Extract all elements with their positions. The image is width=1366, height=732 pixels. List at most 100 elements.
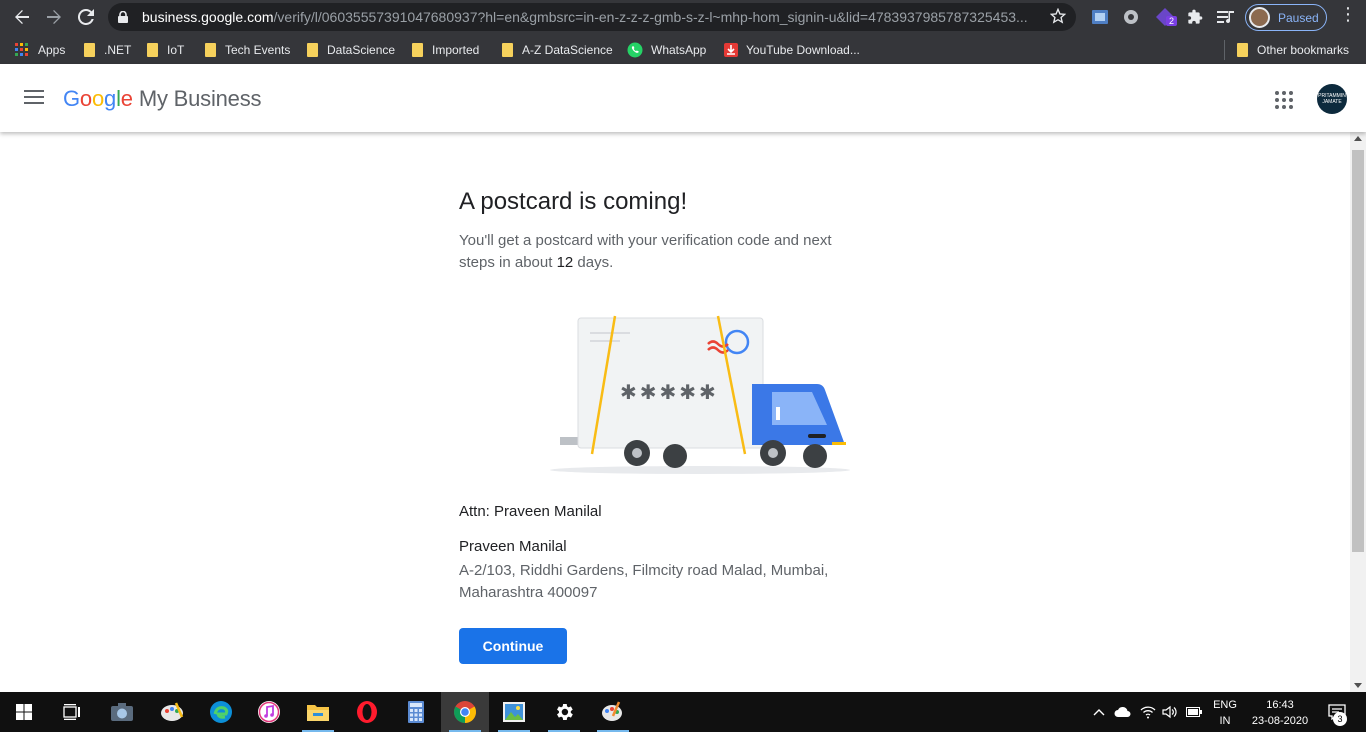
bookmarks-divider: [1224, 40, 1225, 60]
days-count: 12: [556, 254, 574, 271]
taskbar-settings[interactable]: [540, 692, 588, 732]
extensions-icon: [1188, 9, 1203, 24]
back-button[interactable]: [6, 1, 38, 33]
taskbar-edge[interactable]: [197, 692, 245, 732]
taskbar-camera[interactable]: [98, 692, 146, 732]
taskbar-itunes[interactable]: [245, 692, 293, 732]
forward-button[interactable]: [38, 1, 70, 33]
scroll-down-arrow-icon[interactable]: [1354, 683, 1362, 688]
bookmark-folder-tech-events[interactable]: Tech Events: [205, 41, 290, 59]
page-title: A postcard is coming!: [459, 188, 688, 215]
taskbar-photos[interactable]: [490, 692, 538, 732]
account-avatar[interactable]: PRITAMMIN JAMATE: [1317, 84, 1347, 114]
bookmark-folder-net[interactable]: .NET: [84, 41, 131, 59]
bookmark-folder-datascience[interactable]: DataScience: [307, 41, 395, 59]
main-content: A postcard is coming! You'll get a postc…: [0, 132, 1350, 692]
bookmark-folder-az-datascience[interactable]: A-Z DataScience: [502, 41, 613, 59]
taskbar-calculator[interactable]: [392, 692, 440, 732]
clock-button[interactable]: 16:43 23-08-2020: [1244, 697, 1316, 729]
star-icon[interactable]: [1050, 8, 1066, 24]
bookmark-youtube-download[interactable]: YouTube Download...: [724, 41, 860, 59]
taskbar-paint3d[interactable]: [589, 692, 637, 732]
task-view-icon: [63, 704, 80, 720]
back-icon: [15, 10, 29, 24]
address-line: A-2/103, Riddhi Gardens, Filmcity road M…: [459, 562, 829, 601]
profile-status: Paused: [1278, 10, 1319, 25]
photos-icon: [503, 702, 525, 722]
folder-icon: [1237, 43, 1248, 57]
taskbar-file-explorer[interactable]: [294, 692, 342, 732]
profile-avatar: [1249, 7, 1270, 28]
speaker-icon: [1162, 705, 1177, 719]
input-language-button[interactable]: ENG IN: [1208, 697, 1242, 729]
settings-icon: [557, 704, 573, 720]
reload-button[interactable]: [70, 1, 102, 33]
reading-list-button[interactable]: [1213, 4, 1239, 30]
opera-icon: [357, 701, 377, 723]
extensions-button[interactable]: [1182, 4, 1208, 30]
whatsapp-icon: [627, 42, 643, 58]
task-view-button[interactable]: [48, 692, 96, 732]
volume-button[interactable]: [1160, 692, 1180, 732]
folder-icon: [84, 43, 95, 57]
folder-icon: [205, 43, 216, 57]
attention-line: Attn: Praveen Manilal: [459, 503, 602, 520]
itunes-icon: [258, 701, 280, 723]
taskbar-chrome[interactable]: [441, 692, 489, 732]
bookmark-whatsapp[interactable]: WhatsApp: [627, 41, 706, 59]
continue-button[interactable]: Continue: [459, 628, 567, 664]
windows-start-icon: [16, 704, 32, 720]
page-scrollbar[interactable]: [1350, 132, 1366, 692]
taskbar-opera[interactable]: [343, 692, 391, 732]
extension-circle-icon[interactable]: [1118, 4, 1144, 30]
bookmark-label: Apps: [38, 43, 66, 57]
battery-icon: [1186, 707, 1202, 717]
file-explorer-icon: [307, 705, 329, 721]
download-icon: [724, 43, 738, 57]
folder-icon: [307, 43, 318, 57]
folder-icon: [502, 43, 513, 57]
address-bar[interactable]: business.google.com/verify/l/06035557391…: [108, 3, 1076, 31]
scroll-thumb[interactable]: [1352, 150, 1364, 552]
bookmark-apps[interactable]: Apps: [15, 41, 65, 59]
bookmark-label: IoT: [167, 43, 185, 57]
url-path: /verify/l/06035557391047680937?hl=en&gmb…: [273, 9, 1028, 25]
address-name: Praveen Manilal: [459, 538, 567, 555]
google-my-business-logo[interactable]: Google My Business: [63, 86, 262, 112]
google-apps-icon[interactable]: [1275, 91, 1293, 109]
extension-badge-icon[interactable]: 2: [1152, 4, 1178, 30]
bookmark-folder-iot[interactable]: IoT: [147, 41, 184, 59]
page-subtitle: You'll get a postcard with your verifica…: [459, 232, 832, 271]
url-host: business.google.com: [142, 9, 274, 25]
bookmark-other[interactable]: Other bookmarks: [1237, 41, 1349, 59]
postcard-code: ✱✱✱✱✱: [620, 380, 719, 404]
start-button[interactable]: [0, 692, 48, 732]
cloud-icon: [1114, 706, 1131, 717]
language-label: ENG: [1213, 699, 1237, 711]
notification-count-badge: 3: [1333, 712, 1347, 726]
browser-menu-icon[interactable]: ⋮: [1339, 4, 1357, 25]
battery-button[interactable]: [1184, 692, 1204, 732]
profile-button[interactable]: Paused: [1245, 4, 1327, 31]
reload-icon: [78, 9, 94, 25]
folder-icon: [412, 43, 423, 57]
show-hidden-icons-button[interactable]: [1090, 692, 1108, 732]
browser-toolbar: business.google.com/verify/l/06035557391…: [0, 0, 1366, 35]
taskbar-paint[interactable]: [148, 692, 196, 732]
menu-icon[interactable]: [24, 90, 44, 106]
app-header: Google My Business PRITAMMIN JAMATE: [0, 64, 1366, 132]
scroll-up-arrow-icon[interactable]: [1354, 136, 1362, 141]
bookmark-label: .NET: [104, 43, 132, 57]
chevron-up-icon: [1093, 709, 1105, 716]
wifi-button[interactable]: [1138, 692, 1158, 732]
bookmark-label: YouTube Download...: [746, 43, 860, 57]
onedrive-button[interactable]: [1112, 692, 1134, 732]
bookmark-label: WhatsApp: [651, 43, 707, 57]
extension-image-icon[interactable]: [1087, 4, 1113, 30]
bookmark-label: Tech Events: [225, 43, 291, 57]
chrome-icon: [454, 701, 476, 723]
paint3d-icon: [602, 701, 622, 721]
bookmark-folder-imported[interactable]: Imported: [412, 41, 479, 59]
bookmark-label: Other bookmarks: [1257, 43, 1350, 57]
bookmarks-bar: Apps .NET IoT Tech Events DataScience Im…: [0, 35, 1366, 64]
